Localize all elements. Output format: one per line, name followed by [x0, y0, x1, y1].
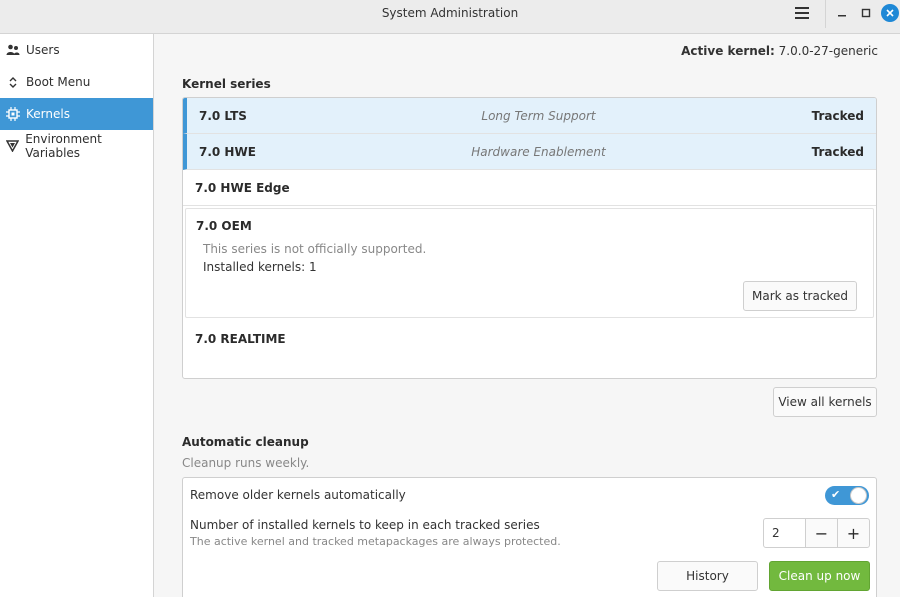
sidebar-item-label: Boot Menu — [26, 75, 91, 89]
check-icon: ✔ — [831, 488, 841, 501]
kernel-series-title: Kernel series — [182, 77, 271, 91]
kernel-name: 7.0 HWE Edge — [195, 180, 290, 195]
oem-support-note: This series is not officially supported. — [203, 242, 427, 256]
active-kernel-value: 7.0.0-27-generic — [778, 44, 878, 58]
kernel-row-hwe[interactable]: 7.0 HWE Hardware Enablement Tracked — [183, 134, 876, 170]
kernel-series-list: 7.0 LTS Long Term Support Tracked 7.0 HW… — [182, 97, 877, 379]
kernel-name: 7.0 OEM — [196, 219, 252, 233]
maximize-icon[interactable] — [856, 0, 876, 26]
mark-as-tracked-button[interactable]: Mark as tracked — [743, 281, 857, 311]
keep-count-hint: The active kernel and tracked metapackag… — [190, 535, 561, 548]
sidebar-item-label: Kernels — [26, 107, 70, 121]
cleanup-settings-panel: Remove older kernels automatically ✔ Num… — [182, 477, 877, 597]
oem-installed-count: Installed kernels: 1 — [203, 260, 317, 274]
toggle-knob — [850, 487, 867, 504]
clean-up-now-button[interactable]: Clean up now — [769, 561, 870, 591]
users-icon — [6, 43, 20, 57]
decrement-button[interactable]: − — [805, 518, 838, 548]
sidebar-item-kernels[interactable]: Kernels — [0, 98, 153, 130]
active-kernel: Active kernel: 7.0.0-27-generic — [681, 44, 878, 58]
active-kernel-label: Active kernel: — [681, 44, 775, 58]
kernel-row-hwe-edge[interactable]: 7.0 HWE Edge — [183, 170, 876, 206]
window-title: System Administration — [381, 6, 519, 20]
title-bar: System Administration — [0, 0, 900, 34]
close-button[interactable] — [880, 0, 900, 26]
close-icon — [881, 4, 899, 22]
cleanup-schedule-note: Cleanup runs weekly. — [182, 456, 310, 470]
boot-menu-icon — [6, 75, 20, 89]
history-button[interactable]: History — [657, 561, 758, 591]
kernel-description: Hardware Enablement — [471, 144, 606, 159]
kernel-status: Tracked — [811, 144, 864, 159]
sidebar-item-boot-menu[interactable]: Boot Menu — [0, 66, 153, 98]
variable-icon — [6, 139, 20, 153]
kernel-name: 7.0 REALTIME — [195, 332, 286, 346]
sidebar-item-label: Environment Variables — [25, 132, 102, 160]
keep-count-label: Number of installed kernels to keep in e… — [190, 518, 540, 532]
kernel-status: Tracked — [811, 108, 864, 123]
auto-remove-label: Remove older kernels automatically — [190, 488, 406, 502]
main-content: Active kernel: 7.0.0-27-generic Kernel s… — [154, 34, 900, 597]
chip-icon — [6, 107, 20, 121]
kernel-row-oem-expanded[interactable]: 7.0 OEM This series is not officially su… — [185, 208, 874, 318]
sidebar: Users Boot Menu Kernels Environment Vari… — [0, 34, 154, 597]
hamburger-menu-icon[interactable] — [786, 0, 818, 26]
auto-remove-toggle[interactable]: ✔ — [825, 486, 869, 505]
keep-count-input[interactable]: 2 — [763, 518, 806, 548]
sidebar-item-environment-variables[interactable]: Environment Variables — [0, 130, 153, 162]
kernel-description: Long Term Support — [481, 108, 596, 123]
automatic-cleanup-title: Automatic cleanup — [182, 435, 309, 449]
kernel-row-lts[interactable]: 7.0 LTS Long Term Support Tracked — [183, 98, 876, 134]
kernel-row-realtime[interactable]: 7.0 REALTIME — [183, 320, 876, 360]
titlebar-separator — [825, 0, 826, 28]
increment-button[interactable]: + — [837, 518, 870, 548]
sidebar-item-label: Users — [26, 43, 60, 57]
view-all-kernels-button[interactable]: View all kernels — [773, 387, 877, 417]
sidebar-item-users[interactable]: Users — [0, 34, 153, 66]
minimize-icon[interactable] — [832, 0, 852, 26]
